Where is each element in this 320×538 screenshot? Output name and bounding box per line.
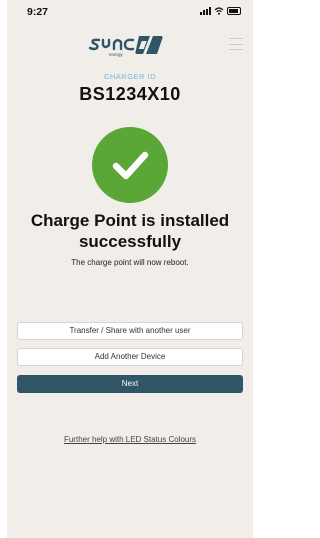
svg-text:energy: energy <box>109 52 124 57</box>
app-screen: 9:27 energy CHARGER ID BS1234X10 Charge … <box>7 0 253 538</box>
signal-icon <box>200 7 211 15</box>
led-status-help-link[interactable]: Further help with LED Status Colours <box>7 435 253 444</box>
status-time: 9:27 <box>27 6 49 18</box>
success-badge <box>92 127 168 203</box>
charger-id-value: BS1234X10 <box>79 84 181 104</box>
checkmark-icon <box>112 151 149 180</box>
success-title: Charge Point is installed successfully <box>30 211 230 251</box>
sync-energy-logo: energy <box>88 36 163 57</box>
transfer-share-button[interactable]: Transfer / Share with another user <box>17 322 243 340</box>
hamburger-menu-icon[interactable] <box>229 38 243 50</box>
status-bar: 9:27 <box>7 0 253 26</box>
charger-id-label: CHARGER ID <box>103 72 157 81</box>
add-another-device-button[interactable]: Add Another Device <box>17 348 243 366</box>
app-header: energy <box>7 32 253 58</box>
wifi-icon <box>214 7 224 15</box>
status-icons <box>200 7 241 15</box>
success-subtitle: The charge point will now reboot. <box>71 258 189 267</box>
next-button[interactable]: Next <box>17 375 243 393</box>
battery-icon <box>227 7 241 15</box>
